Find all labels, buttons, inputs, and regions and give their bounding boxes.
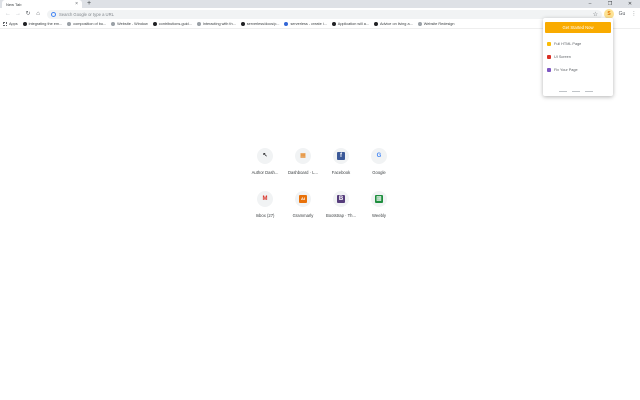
dashboard-icon: ▦ — [300, 153, 306, 159]
shortcut-tile[interactable]: G Google — [359, 144, 399, 178]
gmail-icon: M — [262, 196, 268, 202]
weebly-icon: ▩ — [375, 195, 383, 203]
shortcut-tile[interactable]: M Inbox (27) — [245, 187, 285, 221]
extension-popup: Get Started Now Full HTML Page UI Screen… — [543, 18, 613, 96]
shortcut-label: Facebook — [331, 170, 351, 175]
maximize-button[interactable]: ❐ — [600, 0, 620, 8]
back-button[interactable]: ← — [3, 9, 13, 19]
bookmark-item[interactable]: integrating the em... — [22, 22, 62, 26]
new-tab-button[interactable]: + — [85, 0, 93, 8]
popup-menu-item[interactable]: Fix Your Page — [547, 68, 578, 72]
menu-icon[interactable]: ⋮ — [629, 9, 639, 19]
bookmark-item[interactable]: Interacting with th... — [196, 22, 236, 26]
shortcut-label: Bootstrap · Th... — [326, 213, 356, 218]
shortcut-tile[interactable]: ▦ Dashboard · L... — [283, 144, 323, 178]
popup-menu-item[interactable]: UI Screen — [547, 55, 571, 59]
get-started-button[interactable]: Get Started Now — [545, 22, 611, 33]
google-icon — [51, 11, 56, 17]
bookmark-icon — [196, 22, 201, 26]
reload-button[interactable]: ↻ — [23, 9, 33, 19]
home-button[interactable]: ⌂ — [33, 9, 43, 19]
bookmark-item[interactable]: Website Redesign — [417, 22, 454, 26]
document-icon — [67, 22, 72, 26]
minimize-button[interactable]: – — [580, 0, 600, 8]
github-icon — [240, 22, 245, 26]
apps-grid-icon — [3, 22, 7, 26]
shortcut-tile[interactable]: f Facebook — [321, 144, 361, 178]
bookmark-icon — [284, 22, 289, 26]
address-bar[interactable]: Search Google or type a URL ☆ — [47, 9, 602, 19]
star-icon[interactable]: ☆ — [593, 11, 598, 18]
footer-link[interactable] — [572, 91, 580, 92]
github-icon — [22, 22, 27, 26]
footer-link[interactable] — [559, 91, 567, 92]
profile-avatar[interactable]: Gu — [617, 9, 627, 19]
bookmark-item[interactable]: Application will a... — [331, 22, 369, 26]
shortcut-label: Inbox (27) — [255, 213, 275, 218]
address-bar-placeholder: Search Google or type a URL — [59, 11, 114, 17]
shortcut-label: Weebly — [372, 213, 386, 218]
bookmark-item[interactable]: Website - Window — [111, 22, 148, 26]
footer-link[interactable] — [585, 91, 593, 92]
bookmark-item[interactable]: Advice on living a... — [374, 22, 413, 26]
github-icon — [152, 22, 157, 26]
bookmark-item[interactable]: contributions-guid... — [152, 22, 192, 26]
github-icon — [331, 22, 336, 26]
window-controls: – ❐ ✕ — [580, 0, 640, 8]
shortcut-tile[interactable]: B Bootstrap · Th... — [321, 187, 361, 221]
bookmark-item[interactable]: serverless/docs/p... — [240, 22, 279, 26]
page-icon — [547, 42, 551, 46]
shortcut-label: Grammarly — [292, 213, 314, 218]
tab-strip: New Tab × + – ❐ ✕ — [0, 0, 640, 8]
popup-footer-links — [559, 91, 593, 92]
shortcut-tile[interactable]: ↖ Author Dash... — [245, 144, 285, 178]
wikipedia-icon — [111, 22, 116, 26]
cursor-icon: ↖ — [262, 153, 268, 159]
popup-menu-item[interactable]: Full HTML Page — [547, 42, 581, 46]
fix-icon — [547, 68, 551, 72]
tab-new-tab[interactable]: New Tab × — [2, 0, 82, 8]
close-icon[interactable]: × — [75, 1, 78, 7]
shortcut-label: Author Dash... — [251, 170, 279, 175]
facebook-icon: f — [337, 152, 345, 160]
screen-icon — [547, 55, 551, 59]
globe-icon — [417, 22, 422, 26]
tab-title: New Tab — [6, 1, 22, 7]
github-icon — [374, 22, 379, 26]
bookmark-apps[interactable]: Apps — [3, 22, 18, 26]
close-window-button[interactable]: ✕ — [620, 0, 640, 8]
forward-button[interactable]: → — [13, 9, 23, 19]
bootstrap-icon: B — [337, 195, 345, 203]
grammarly-icon: AI — [299, 195, 307, 203]
google-icon: G — [376, 153, 382, 159]
shortcut-tile[interactable]: ▩ Weebly — [359, 187, 399, 221]
shortcut-label: Google — [372, 170, 386, 175]
bookmark-item[interactable]: composition of bu... — [67, 22, 106, 26]
shortcut-label: Dashboard · L... — [287, 170, 319, 175]
bookmark-item[interactable]: serverless - create i... — [284, 22, 327, 26]
shortcut-tile[interactable]: AI Grammarly — [283, 187, 323, 221]
